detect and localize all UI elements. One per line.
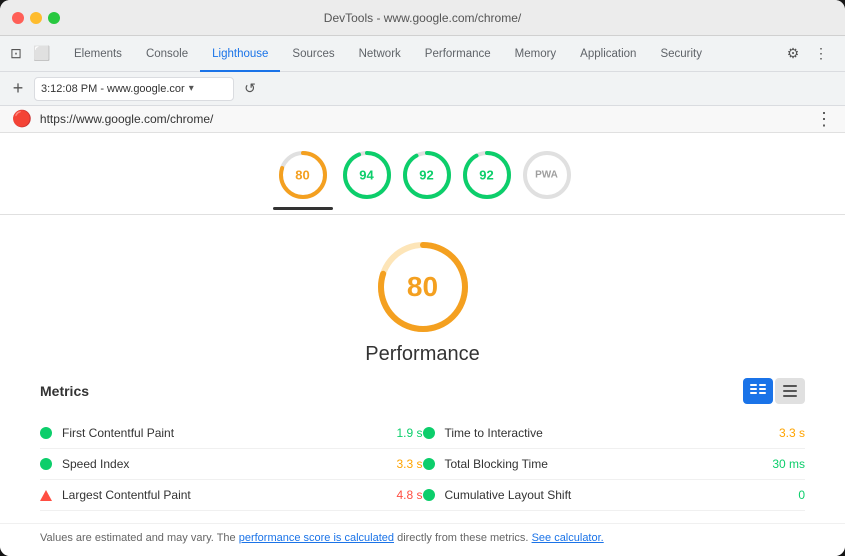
- score-perf-value: 80: [295, 168, 309, 183]
- devtools-tab-bar: ⊡ ⬜ Elements Console Lighthouse Sources …: [0, 36, 845, 72]
- metrics-section: Metrics: [0, 378, 845, 523]
- lighthouse-url-bar: 🔴 https://www.google.com/chrome/ ⋮: [0, 106, 845, 133]
- score-circles-row: 80 94: [0, 133, 845, 215]
- metric-value-tti: 3.3 s: [779, 426, 805, 440]
- score-best-value: 92: [419, 168, 433, 183]
- metrics-view-buttons: [743, 378, 805, 404]
- address-input[interactable]: 3:12:08 PM - www.google.cor: [41, 83, 185, 95]
- tab-network[interactable]: Network: [347, 37, 413, 72]
- score-access-value: 94: [359, 168, 373, 183]
- device-icon[interactable]: ⬜: [30, 42, 54, 66]
- window-title: DevTools - www.google.com/chrome/: [324, 11, 521, 25]
- lighthouse-icon: 🔴: [12, 109, 32, 129]
- metric-dot-tti: [423, 427, 435, 439]
- minimize-button[interactable]: [30, 12, 42, 24]
- reload-icon[interactable]: ↺: [240, 79, 260, 99]
- settings-icon[interactable]: ⚙: [781, 42, 805, 66]
- maximize-button[interactable]: [48, 12, 60, 24]
- tab-lighthouse[interactable]: Lighthouse: [200, 37, 280, 72]
- title-bar: DevTools - www.google.com/chrome/: [0, 0, 845, 36]
- score-circle-performance[interactable]: 80: [273, 149, 333, 210]
- metric-row-si: Speed Index 3.3 s: [40, 449, 423, 480]
- score-circle-seo-ring: 92: [461, 149, 513, 201]
- metric-value-lcp: 4.8 s: [396, 488, 422, 502]
- metric-dot-tbt: [423, 458, 435, 470]
- lighthouse-url: https://www.google.com/chrome/: [40, 112, 213, 126]
- devtools-window: DevTools - www.google.com/chrome/ ⊡ ⬜ El…: [0, 0, 845, 556]
- footer-link-calculator[interactable]: See calculator.: [532, 532, 604, 544]
- tab-application[interactable]: Application: [568, 37, 648, 72]
- metric-name-cls: Cumulative Layout Shift: [445, 488, 781, 502]
- score-circle-perf-ring: 80: [277, 149, 329, 201]
- metric-dot-cls: [423, 489, 435, 501]
- tab-memory[interactable]: Memory: [503, 37, 569, 72]
- metric-value-si: 3.3 s: [396, 457, 422, 471]
- footer-note: Values are estimated and may vary. The p…: [0, 523, 845, 556]
- tab-console[interactable]: Console: [134, 37, 200, 72]
- metric-value-tbt: 30 ms: [772, 457, 805, 471]
- metric-row-fcp: First Contentful Paint 1.9 s: [40, 418, 423, 449]
- score-circle-access-ring: 94: [341, 149, 393, 201]
- lighthouse-menu-button[interactable]: ⋮: [815, 109, 833, 130]
- metric-value-fcp: 1.9 s: [396, 426, 422, 440]
- score-circle-pwa[interactable]: PWA: [521, 149, 573, 210]
- metric-name-lcp: Largest Contentful Paint: [62, 488, 378, 502]
- metric-row-cls: Cumulative Layout Shift 0: [423, 480, 806, 511]
- grid-icon: [750, 384, 766, 398]
- score-circle-accessibility[interactable]: 94: [341, 149, 393, 210]
- metric-row-tbt: Total Blocking Time 30 ms: [423, 449, 806, 480]
- metric-name-tti: Time to Interactive: [445, 426, 761, 440]
- metric-name-si: Speed Index: [62, 457, 378, 471]
- score-circle-pwa-ring: PWA: [521, 149, 573, 201]
- metrics-title: Metrics: [40, 383, 89, 399]
- main-score-circle: 80: [375, 239, 471, 335]
- tab-sources[interactable]: Sources: [280, 37, 346, 72]
- score-circle-best-practices[interactable]: 92: [401, 149, 453, 210]
- metric-row-lcp: Largest Contentful Paint 4.8 s: [40, 480, 423, 511]
- main-score-title: Performance: [365, 343, 480, 366]
- add-tab-button[interactable]: +: [8, 79, 28, 99]
- tab-elements[interactable]: Elements: [62, 37, 134, 72]
- main-score-area: 80 Performance: [0, 215, 845, 378]
- score-pwa-value: PWA: [535, 170, 558, 181]
- tab-performance[interactable]: Performance: [413, 37, 503, 72]
- metric-name-fcp: First Contentful Paint: [62, 426, 378, 440]
- footer-text: Values are estimated and may vary. The: [40, 532, 239, 544]
- footer-mid: directly from these metrics.: [394, 532, 532, 544]
- close-button[interactable]: [12, 12, 24, 24]
- lighthouse-panel: 🔴 https://www.google.com/chrome/ ⋮ 80: [0, 106, 845, 556]
- metric-triangle-lcp: [40, 490, 52, 501]
- score-circle-best-ring: 92: [401, 149, 453, 201]
- cursor-icon[interactable]: ⊡: [4, 42, 28, 66]
- metric-dot-fcp: [40, 427, 52, 439]
- metrics-grid: First Contentful Paint 1.9 s Time to Int…: [40, 418, 805, 511]
- list-icon: [783, 385, 797, 397]
- address-dropdown-icon[interactable]: ▾: [189, 83, 194, 94]
- more-options-icon[interactable]: ⋮: [809, 42, 833, 66]
- list-view-button[interactable]: [775, 378, 805, 404]
- footer-link-score[interactable]: performance score is calculated: [239, 532, 394, 544]
- devtools-end-controls: ⚙ ⋮: [773, 36, 841, 71]
- address-input-wrap: 3:12:08 PM - www.google.cor ▾: [34, 77, 234, 101]
- score-circle-seo[interactable]: 92: [461, 149, 513, 210]
- traffic-lights: [12, 12, 60, 24]
- address-bar: + 3:12:08 PM - www.google.cor ▾ ↺: [0, 72, 845, 106]
- metric-value-cls: 0: [798, 488, 805, 502]
- main-score-value: 80: [407, 271, 438, 303]
- metric-name-tbt: Total Blocking Time: [445, 457, 755, 471]
- tab-security[interactable]: Security: [648, 37, 714, 72]
- score-seo-value: 92: [479, 168, 493, 183]
- grid-view-button[interactable]: [743, 378, 773, 404]
- metric-dot-si: [40, 458, 52, 470]
- metrics-header: Metrics: [40, 378, 805, 408]
- devtools-controls: ⊡ ⬜: [4, 36, 62, 71]
- metric-row-tti: Time to Interactive 3.3 s: [423, 418, 806, 449]
